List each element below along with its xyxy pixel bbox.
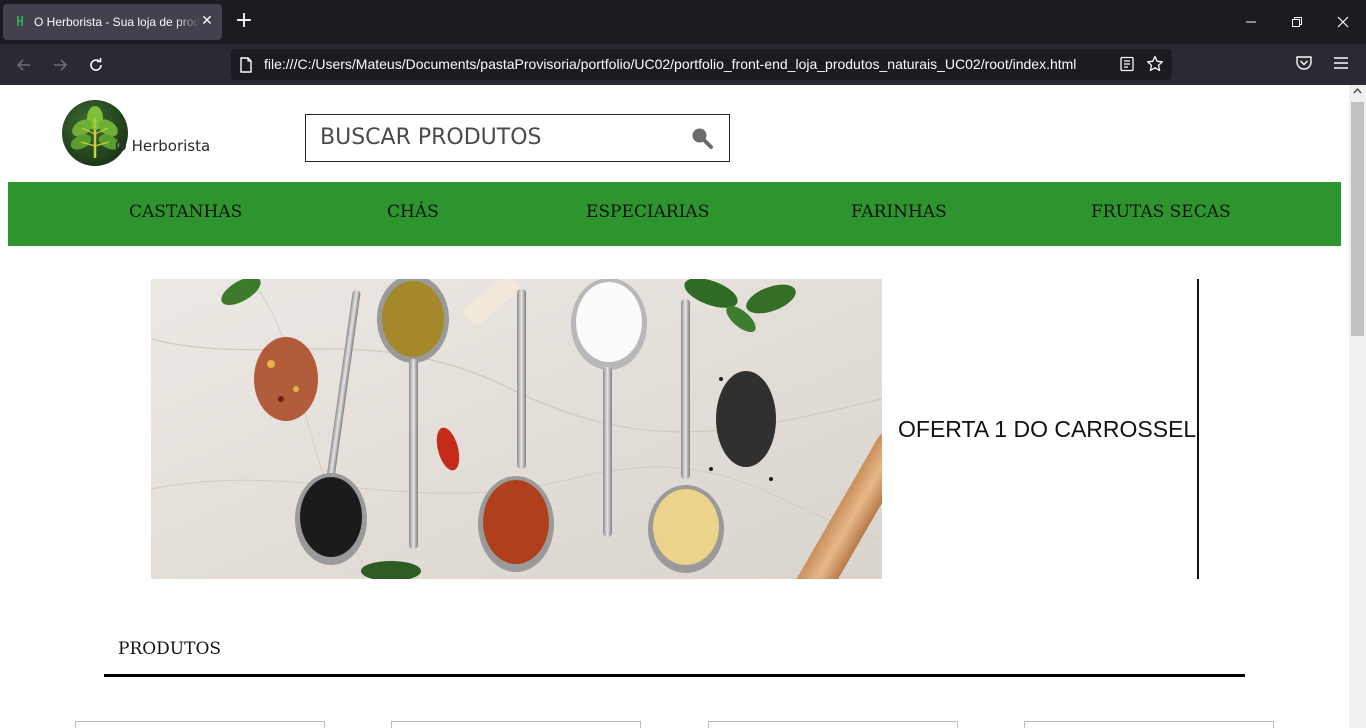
restore-icon <box>1292 17 1302 27</box>
menu-item-chas[interactable]: CHÁS <box>387 202 439 222</box>
category-menu: CASTANHAS CHÁS ESPECIARIAS FARINHAS FRUT… <box>8 182 1341 246</box>
carousel-caption: OFERTA 1 DO CARROSSEL <box>898 416 1197 442</box>
address-bar[interactable]: file:///C:/Users/Mateus/Documents/pastaP… <box>231 49 1172 80</box>
site-logo[interactable]: O Herborista <box>62 100 212 168</box>
arrow-left-icon <box>16 59 30 71</box>
browser-tab-bar: H O Herborista - Sua loja de produtos na… <box>0 0 1366 44</box>
product-card[interactable] <box>1024 721 1274 728</box>
minimize-button[interactable] <box>1237 8 1265 36</box>
forward-button[interactable] <box>47 52 73 78</box>
restore-button[interactable] <box>1283 8 1311 36</box>
logo-text: O Herborista <box>115 137 211 155</box>
menu-item-frutas-secas[interactable]: FRUTAS SECAS <box>1091 202 1231 222</box>
menu-item-castanhas[interactable]: CASTANHAS <box>129 202 242 222</box>
vertical-scrollbar[interactable] <box>1349 85 1366 728</box>
bookmark-star-icon[interactable] <box>1146 55 1164 73</box>
search-input[interactable] <box>320 117 680 157</box>
search-icon[interactable] <box>689 125 715 151</box>
url-text[interactable]: file:///C:/Users/Mateus/Documents/pastaP… <box>264 56 1076 72</box>
arrow-right-icon <box>54 59 68 71</box>
scrollbar-thumb[interactable] <box>1351 102 1364 336</box>
page-icon <box>240 57 252 73</box>
window-close-button[interactable] <box>1329 8 1357 36</box>
minimize-icon <box>1246 21 1256 23</box>
page-viewport: O Herborista CASTANHAS CHÁS ESPECIARIAS … <box>0 85 1349 728</box>
scroll-up-arrow-icon[interactable] <box>1353 87 1362 95</box>
pocket-icon[interactable] <box>1295 54 1313 72</box>
carousel-image[interactable] <box>151 279 882 579</box>
tab-close-icon[interactable]: ✕ <box>200 13 214 29</box>
favicon-icon: H <box>16 14 24 30</box>
browser-nav-bar: file:///C:/Users/Mateus/Documents/pastaP… <box>0 44 1366 85</box>
hamburger-menu-icon[interactable] <box>1332 54 1350 72</box>
products-section-title: PRODUTOS <box>118 639 222 659</box>
new-tab-button[interactable]: + <box>232 10 256 34</box>
carousel-divider <box>1197 279 1199 579</box>
products-divider <box>104 674 1245 677</box>
reload-button[interactable] <box>83 52 109 78</box>
menu-item-farinhas[interactable]: FARINHAS <box>851 202 947 222</box>
reload-icon <box>90 58 102 71</box>
browser-tab[interactable]: H O Herborista - Sua loja de produtos na… <box>3 4 222 40</box>
product-card[interactable] <box>708 721 958 728</box>
tab-title: O Herborista - Sua loja de produtos natu… <box>34 15 200 29</box>
close-icon <box>1337 16 1349 28</box>
back-button[interactable] <box>11 52 37 78</box>
reader-view-icon[interactable] <box>1119 56 1135 72</box>
product-card[interactable] <box>75 721 325 728</box>
product-card[interactable] <box>391 721 641 728</box>
logo-leaf-icon <box>62 100 128 166</box>
menu-item-especiarias[interactable]: ESPECIARIAS <box>586 202 709 222</box>
search-box <box>305 114 730 162</box>
